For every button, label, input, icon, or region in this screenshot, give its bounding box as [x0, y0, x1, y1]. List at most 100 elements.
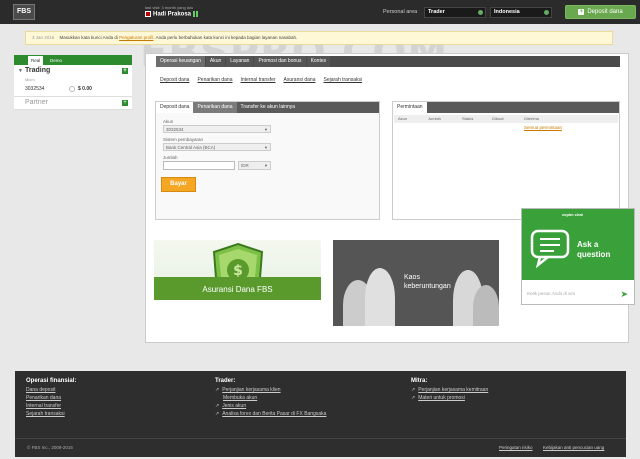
lucky-tshirt-banner[interactable]: Kaos keberuntungan: [333, 240, 499, 326]
trading-header[interactable]: ▼ Trading +: [14, 65, 132, 77]
account-row[interactable]: 3032534 $ 0.00: [14, 82, 132, 96]
account-number: 3032534: [25, 86, 45, 92]
chat-header[interactable]: zopim chat Ask a question: [522, 209, 634, 280]
partner-header[interactable]: Partner +: [14, 97, 132, 109]
partner-title: Partner: [25, 99, 48, 106]
chat-widget[interactable]: zopim chat Ask a question Ketik pesan An…: [521, 208, 635, 305]
footer-link[interactable]: ↗ Perjanjian kerjasama kemitraan: [411, 386, 488, 394]
chevron-down-icon: ▼: [264, 127, 268, 132]
footer-link-label: Perjanjian kerjasama kemitraan: [418, 387, 489, 393]
person-image: [473, 285, 499, 326]
mode-select-value: Trader: [428, 9, 445, 15]
insurance-banner[interactable]: $ Asuransi Dana FBS: [154, 240, 321, 326]
tab-account[interactable]: Akun: [205, 56, 226, 67]
tab-requests[interactable]: Permintaan: [393, 102, 427, 113]
external-link-icon: ↗: [215, 387, 220, 393]
profile-settings-link[interactable]: Pengaturan profil: [119, 35, 153, 40]
footer-link[interactable]: Penarikan dana: [26, 394, 76, 402]
col-amount: Jumlah: [428, 116, 441, 121]
tab-contests[interactable]: Kontes: [306, 56, 331, 67]
add-account-icon[interactable]: +: [122, 68, 128, 74]
amount-label: Jumlah: [163, 155, 178, 160]
user-name-label: Hadi Prakosa: [153, 11, 192, 18]
footer-col-trader: Trader: ↗ Perjanjian kerjasama klien Memb…: [215, 378, 326, 418]
tab-transfer-other[interactable]: Transfer ke akun lainnya: [236, 102, 300, 113]
footer-link[interactable]: Dana deposit: [26, 386, 76, 394]
person-image: [365, 268, 395, 326]
coin-icon: [69, 86, 75, 92]
col-status: Status: [462, 116, 474, 121]
send-icon[interactable]: ➤: [620, 289, 628, 300]
sub-tabs: Deposit dana Penarikan dana Internal trans…: [160, 77, 370, 83]
trading-section: ▼ Trading + Micro 3032534 $ 0.00: [14, 65, 132, 97]
currency-select[interactable]: IDR ▼: [238, 161, 271, 170]
trading-title: Trading: [25, 67, 51, 74]
chat-bubble-icon: [530, 229, 570, 269]
user-last-visit: last visit: 3 month yang lalu: [145, 5, 194, 10]
footer: Operasi finansial: Dana deposit Penarika…: [15, 371, 626, 457]
plus-icon: +: [578, 9, 585, 15]
pay-button[interactable]: Bayar: [161, 177, 196, 192]
account-field-label: Akun: [163, 119, 174, 124]
deposit-button[interactable]: + Deposit dana: [565, 5, 636, 19]
chevron-down-icon: [544, 10, 549, 15]
all-requests-link[interactable]: Semua permintaan: [524, 125, 562, 130]
tab-financial-operations[interactable]: Operasi keuangan: [156, 56, 205, 67]
footer-link[interactable]: ↗ Jenis akun: [215, 402, 326, 410]
kaos-line-2: keberuntungan: [404, 283, 451, 290]
subtab-withdrawal[interactable]: Penarikan dana: [197, 77, 232, 83]
aml-policy-link[interactable]: Kebijakan anti pencucian uang: [543, 445, 604, 450]
add-partner-icon[interactable]: +: [122, 100, 128, 106]
footer-link[interactable]: ↗ Analisa forex dan Berita Pasar di FX Ba…: [215, 410, 326, 418]
tab-demo[interactable]: Demo: [47, 56, 65, 65]
notice-date: 3 Jan 2016: [32, 35, 55, 40]
notice-banner: 3 Jan 2016 Masukkan kata kunci Anda di P…: [25, 31, 613, 45]
subtab-history[interactable]: Sejarah transaksi: [324, 77, 363, 83]
chat-ask-line-2: question: [577, 250, 611, 259]
chat-brand: zopim chat: [562, 212, 583, 217]
footer-col-financial: Operasi finansial: Dana deposit Penarika…: [26, 378, 76, 418]
footer-col-partner: Mitra: ↗ Perjanjian kerjasama kemitraan ↗…: [411, 378, 488, 402]
account-select-value: 3032534: [166, 127, 184, 132]
footer-link-label: Perjanjian kerjasama klien: [222, 387, 281, 393]
tab-services[interactable]: Layanan: [226, 56, 254, 67]
requests-tabs: Permintaan: [393, 102, 619, 113]
sidebar: Real Demo ▼ Trading + Micro 3032534 $ 0.…: [14, 55, 132, 110]
chat-ask: Ask a question: [577, 240, 610, 260]
subtab-insurance[interactable]: Asuransi dana: [284, 77, 316, 83]
tab-promotions[interactable]: Promosi dan bonus: [254, 56, 306, 67]
account-select[interactable]: 3032534 ▼: [163, 125, 271, 133]
subtab-internal-transfer[interactable]: Internal transfer: [241, 77, 276, 83]
user-name[interactable]: Hadi Prakosa: [145, 11, 200, 18]
external-link-icon: ↗: [411, 395, 416, 401]
kaos-line-1: Kaos: [404, 274, 420, 281]
risk-warning-link[interactable]: Peringatan risiko: [499, 445, 533, 450]
footer-link[interactable]: ↗ Materi untuk promosi: [411, 394, 488, 402]
insurance-banner-text: Asuransi Dana FBS: [202, 285, 273, 294]
status-grid-icon: [193, 11, 200, 17]
chat-input[interactable]: Ketik pesan Anda di sini: [527, 291, 575, 296]
tab-withdraw-funds[interactable]: Penarikan dana: [193, 102, 237, 113]
payment-system-select[interactable]: Bank Central Asia (BCA) ▼: [163, 143, 271, 151]
account-type-tabs: Real Demo: [14, 55, 132, 65]
external-link-icon: ↗: [215, 403, 220, 409]
mode-select[interactable]: Trader: [424, 7, 486, 18]
payment-system-value: Bank Central Asia (BCA): [166, 145, 216, 150]
footer-partner-title: Mitra:: [411, 378, 428, 384]
footer-link[interactable]: Membuka akun: [215, 394, 326, 402]
footer-link[interactable]: ↗ Perjanjian kerjasama klien: [215, 386, 326, 394]
tab-deposit-funds[interactable]: Deposit dana: [156, 102, 194, 113]
chat-ask-line-1: Ask a: [577, 240, 599, 249]
chevron-down-icon: ▼: [264, 163, 268, 168]
footer-link[interactable]: Internal transfer: [26, 402, 76, 410]
fbs-logo[interactable]: FBS: [13, 4, 35, 20]
language-select[interactable]: Indonesia: [490, 7, 552, 18]
payment-system-label: Sistem pembayaran: [163, 137, 204, 142]
personal-area-label: Personal area: [383, 9, 418, 15]
footer-link[interactable]: Sejarah transaksi: [26, 410, 76, 418]
requests-table-header: Akun Jumlah Status Dibuat Diterima: [394, 115, 618, 123]
amount-input[interactable]: [163, 161, 235, 170]
subtab-deposit[interactable]: Deposit dana: [160, 77, 189, 83]
tab-real[interactable]: Real: [28, 56, 44, 65]
chevron-down-icon: ▼: [264, 145, 268, 150]
